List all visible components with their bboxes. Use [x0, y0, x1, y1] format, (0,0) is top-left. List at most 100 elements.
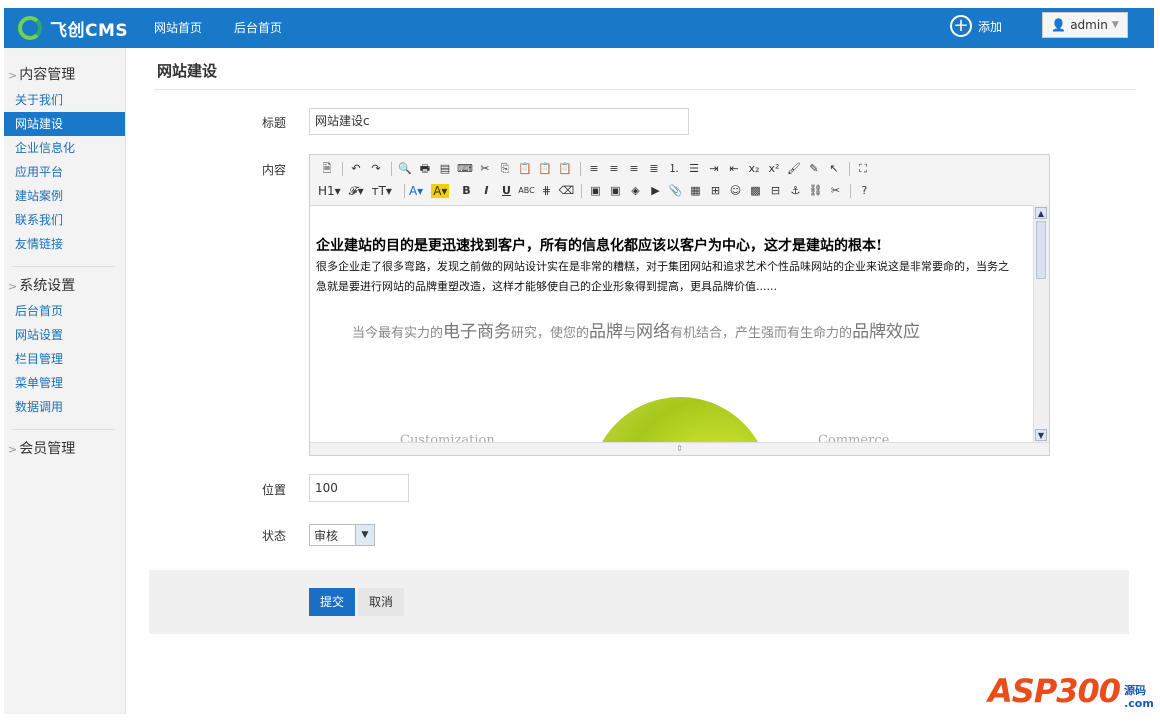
rich-text-editor: 🗎 ↶ ↷ 🔍 🖶 ▤ ⌨ ✂ ⎘ 📋 📋 📋 ≡ ≡ ≡ ≣ ⒈ ☰ ⇥ ⇤ … — [309, 154, 1050, 456]
nav-site-home[interactable]: 网站首页 — [154, 8, 202, 48]
sidebar-item-site-settings[interactable]: 网站设置 — [4, 323, 125, 347]
watermark-text: ASP300 — [988, 672, 1121, 710]
sidebar-item-cases[interactable]: 建站案例 — [4, 184, 125, 208]
eraser-icon[interactable]: ⌫ — [557, 183, 575, 199]
sidebar-section-title[interactable]: > 系统设置 — [4, 275, 125, 297]
indent-icon[interactable]: ⇥ — [705, 161, 723, 177]
submit-button[interactable]: 提交 — [309, 588, 355, 616]
content-paragraph: 很多企业走了很多弯路，发现之前做的网站设计实在是非常的糟糕，对于集团网站和追求艺… — [316, 260, 1009, 293]
fullscreen-icon[interactable]: ⛶ — [854, 161, 872, 177]
table-icon[interactable]: ▦ — [686, 183, 704, 199]
scroll-up-icon[interactable]: ▲ — [1035, 207, 1047, 219]
nav-admin-home[interactable]: 后台首页 — [234, 8, 282, 48]
anchor-icon[interactable]: ⚓ — [786, 183, 804, 199]
sidebar-item-data-call[interactable]: 数据调用 — [4, 395, 125, 419]
ordered-list-icon[interactable]: ⒈ — [665, 161, 683, 177]
status-select-value: 审核 — [314, 528, 339, 543]
font-size-dropdown[interactable]: тT▾ — [372, 184, 392, 198]
sidebar-item-contact[interactable]: 联系我们 — [4, 208, 125, 232]
align-justify-icon[interactable]: ≣ — [645, 161, 663, 177]
paste-text-icon[interactable]: 📋 — [536, 161, 554, 177]
logo-icon — [18, 16, 42, 40]
position-input[interactable]: 100 — [309, 474, 409, 502]
sidebar-item-links[interactable]: 友情链接 — [4, 232, 125, 256]
title-input[interactable]: 网站建设c — [309, 108, 689, 135]
sidebar-item-website-build[interactable]: 网站建设 — [4, 112, 125, 136]
superscript-icon[interactable]: x² — [765, 161, 783, 177]
editor-resize-handle[interactable]: ⇕ — [310, 442, 1049, 455]
copy-icon[interactable]: ⎘ — [496, 161, 514, 177]
font-color-dropdown[interactable]: A▾ — [409, 184, 423, 198]
logo[interactable]: 飞创CMS — [18, 14, 128, 42]
sidebar-item-menus[interactable]: 菜单管理 — [4, 371, 125, 395]
chevron-right-icon: > — [8, 280, 18, 293]
emoticon-icon[interactable]: ☺ — [726, 183, 744, 199]
quick-format-icon[interactable]: ✎ — [805, 161, 823, 177]
preview-icon[interactable]: 🔍 — [396, 161, 414, 177]
sidebar-item-about[interactable]: 关于我们 — [4, 88, 125, 112]
cancel-button[interactable]: 取消 — [358, 588, 404, 616]
status-label: 状态 — [262, 529, 287, 543]
sidebar-item-columns[interactable]: 栏目管理 — [4, 347, 125, 371]
italic-icon[interactable]: I — [477, 183, 495, 199]
user-name: admin — [1070, 18, 1108, 32]
cut-icon[interactable]: ✂ — [476, 161, 494, 177]
editor-content[interactable]: 企业建站的目的是更迅速找到客户，所有的信息化都应该以客户为中心，这才是建站的根本… — [310, 205, 1036, 443]
chevron-right-icon: > — [8, 443, 18, 456]
flash-icon[interactable]: ◈ — [626, 183, 644, 199]
clear-format-icon[interactable]: 🖌 — [785, 161, 803, 177]
paste-word-icon[interactable]: 📋 — [556, 161, 574, 177]
source-icon[interactable]: 🗎 — [318, 161, 336, 177]
align-left-icon[interactable]: ≡ — [585, 161, 603, 177]
unordered-list-icon[interactable]: ☰ — [685, 161, 703, 177]
content-banner-text: 当今最有实力的电子商务研究，使您的品牌与网络有机结合，产生强而有生命力的品牌效应 — [352, 322, 921, 342]
watermark-logo: ASP300 源码 .com — [988, 672, 1154, 710]
sidebar-item-enterprise-info[interactable]: 企业信息化 — [4, 136, 125, 160]
add-button[interactable]: + 添加 — [950, 15, 1002, 37]
editor-toolbar: 🗎 ↶ ↷ 🔍 🖶 ▤ ⌨ ✂ ⎘ 📋 📋 📋 ≡ ≡ ≡ ≣ ⒈ ☰ ⇥ ⇤ … — [310, 155, 1049, 206]
image-icon[interactable]: ▣ — [586, 183, 604, 199]
watermark-side: 源码 .com — [1124, 684, 1154, 710]
sidebar-item-app-platform[interactable]: 应用平台 — [4, 160, 125, 184]
help-icon[interactable]: ? — [855, 183, 873, 199]
page-break-icon[interactable]: ⊟ — [766, 183, 784, 199]
bold-icon[interactable]: B — [457, 183, 475, 199]
editor-scrollbar[interactable]: ▲ ▼ — [1033, 205, 1049, 443]
code-icon[interactable]: ⌨ — [456, 161, 474, 177]
paste-icon[interactable]: 📋 — [516, 161, 534, 177]
undo-icon[interactable]: ↶ — [347, 161, 365, 177]
heading-dropdown[interactable]: H1▾ — [318, 184, 341, 198]
add-label: 添加 — [978, 19, 1003, 34]
media-icon[interactable]: ▶ — [646, 183, 664, 199]
logo-text: 飞创CMS — [50, 20, 129, 41]
map-icon[interactable]: ▩ — [746, 183, 764, 199]
user-menu-button[interactable]: 👤 admin ▼ — [1042, 12, 1128, 38]
hr-icon[interactable]: ⋕ — [537, 183, 555, 199]
scroll-thumb[interactable] — [1036, 221, 1046, 279]
align-right-icon[interactable]: ≡ — [625, 161, 643, 177]
title-divider — [154, 89, 1136, 90]
select-all-icon[interactable]: ↖ — [825, 161, 843, 177]
template-icon[interactable]: ▤ — [436, 161, 454, 177]
strikethrough-icon[interactable]: ABC — [517, 183, 535, 199]
insert-row-icon[interactable]: ⊞ — [706, 183, 724, 199]
subscript-icon[interactable]: x₂ — [745, 161, 763, 177]
print-icon[interactable]: 🖶 — [416, 161, 434, 177]
multi-image-icon[interactable]: ▣ — [606, 183, 624, 199]
underline-icon[interactable]: U — [497, 183, 515, 199]
sidebar-section-title[interactable]: > 内容管理 — [4, 64, 125, 86]
sidebar-item-admin-home[interactable]: 后台首页 — [4, 299, 125, 323]
font-family-dropdown[interactable]: 𝓕▾ — [349, 184, 364, 199]
unlink-icon[interactable]: ✂ — [826, 183, 844, 199]
sidebar-section-title[interactable]: > 会员管理 — [4, 438, 125, 460]
redo-icon[interactable]: ↷ — [367, 161, 385, 177]
link-icon[interactable]: ⛓ — [806, 183, 824, 199]
position-label: 位置 — [262, 483, 287, 497]
attachment-icon[interactable]: 📎 — [666, 183, 684, 199]
align-center-icon[interactable]: ≡ — [605, 161, 623, 177]
scroll-down-icon[interactable]: ▼ — [1035, 429, 1047, 441]
outdent-icon[interactable]: ⇤ — [725, 161, 743, 177]
bg-color-dropdown[interactable]: A▾ — [431, 184, 450, 198]
status-select[interactable]: 审核 ▼ — [309, 524, 375, 546]
form-action-bar — [149, 570, 1129, 634]
